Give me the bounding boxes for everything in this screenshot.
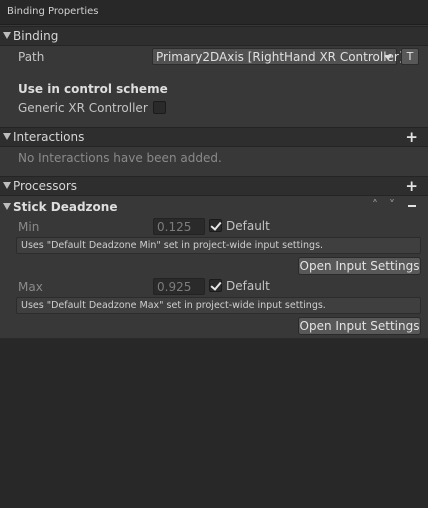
- triangle-down-icon[interactable]: [3, 182, 11, 189]
- triangle-down-icon[interactable]: [3, 133, 11, 140]
- binding-section-label: Binding: [13, 29, 59, 43]
- path-value: Primary2DAxis [RightHand XR Controller]: [156, 50, 404, 64]
- add-interaction-plus-icon[interactable]: +: [405, 128, 418, 146]
- chevron-up-icon[interactable]: ˄: [372, 198, 378, 212]
- max-default-checkbox[interactable]: [209, 279, 222, 292]
- path-label: Path: [18, 50, 45, 64]
- add-processor-plus-icon[interactable]: +: [405, 177, 418, 195]
- processors-section-header[interactable]: Processors +: [0, 176, 428, 196]
- min-label: Min: [18, 220, 40, 234]
- triangle-down-icon[interactable]: [3, 203, 11, 210]
- max-value: 0.925: [157, 280, 192, 294]
- max-label: Max: [18, 280, 43, 294]
- triangle-down-icon[interactable]: [3, 32, 11, 39]
- processor-name: Stick Deadzone: [13, 200, 118, 214]
- max-help-text: Uses "Default Deadzone Max" set in proje…: [21, 300, 326, 311]
- min-default-checkbox[interactable]: [209, 219, 222, 232]
- scheme-checkbox[interactable]: [153, 101, 166, 114]
- processors-section-label: Processors: [13, 179, 78, 193]
- window-title: Binding Properties: [7, 6, 99, 17]
- scheme-name-label: Generic XR Controller: [18, 101, 148, 115]
- binding-section-header[interactable]: Binding: [0, 26, 428, 46]
- text-mode-button[interactable]: T: [401, 48, 419, 65]
- use-in-scheme-heading: Use in control scheme: [18, 82, 168, 96]
- path-dropdown[interactable]: Primary2DAxis [RightHand XR Controller]: [152, 48, 404, 65]
- chevron-down-icon: [384, 55, 392, 60]
- min-help-box: Uses "Default Deadzone Min" set in proje…: [16, 237, 421, 254]
- binding-properties-panel: Binding Properties Binding Path Primary2…: [0, 0, 428, 508]
- max-help-box: Uses "Default Deadzone Max" set in proje…: [16, 297, 421, 314]
- window-titlebar: Binding Properties: [0, 0, 428, 25]
- minus-icon[interactable]: [408, 205, 416, 207]
- empty-panel-area: [0, 339, 428, 508]
- min-help-text: Uses "Default Deadzone Min" set in proje…: [21, 240, 324, 251]
- open-input-settings-button[interactable]: Open Input Settings: [298, 317, 421, 335]
- interactions-section-header[interactable]: Interactions +: [0, 127, 428, 147]
- open-input-settings-button[interactable]: Open Input Settings: [298, 257, 421, 275]
- max-default-label: Default: [226, 279, 270, 293]
- no-interactions-text: No Interactions have been added.: [18, 151, 222, 165]
- min-value: 0.125: [157, 220, 192, 234]
- interactions-section-label: Interactions: [13, 130, 85, 144]
- min-default-label: Default: [226, 219, 270, 233]
- chevron-down-icon[interactable]: ˅: [389, 198, 395, 212]
- min-value-field[interactable]: 0.125: [153, 218, 205, 235]
- max-value-field[interactable]: 0.925: [153, 278, 205, 295]
